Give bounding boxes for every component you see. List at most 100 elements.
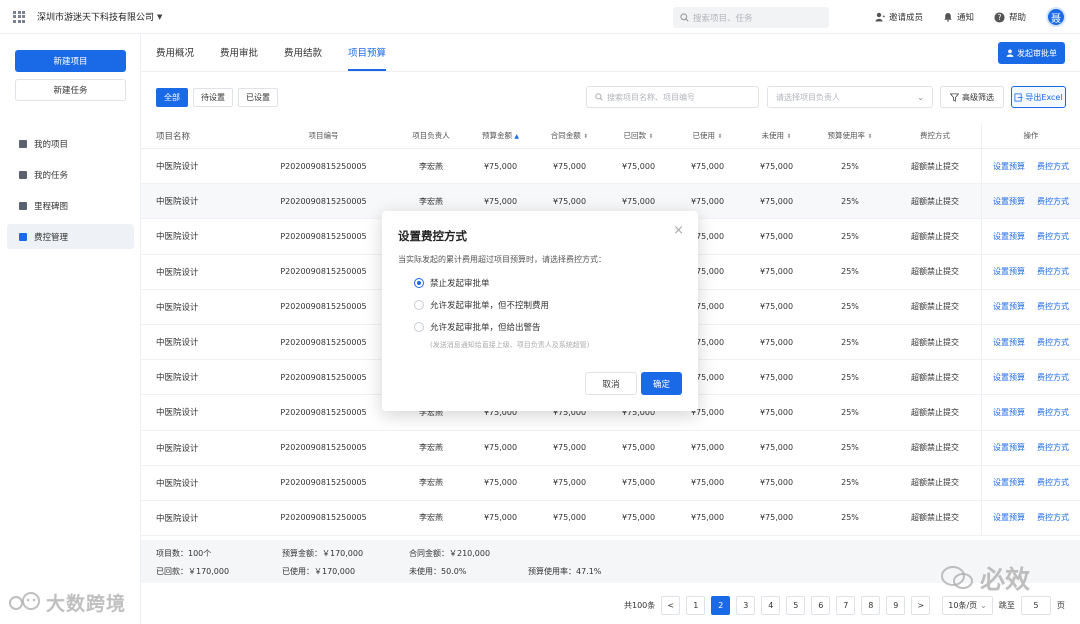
- col-header-contract[interactable]: 合同金额 ⬍: [535, 130, 604, 141]
- table-header: 项目名称 项目编号 项目负责人 预算金额 ▲ 合同金额 ⬍ 已回款 ⬍ 已使用 …: [141, 123, 1080, 149]
- option-label: 允许发起审批单，但不控制费用: [430, 301, 550, 311]
- pager-page-button[interactable]: 4: [761, 595, 781, 615]
- app-grid-icon[interactable]: [13, 10, 25, 23]
- filter-all-button[interactable]: 全部: [156, 88, 188, 107]
- pager-page-button[interactable]: 5: [786, 595, 806, 615]
- cost-control-link[interactable]: 费控方式: [1037, 512, 1069, 523]
- cost-control-link[interactable]: 费控方式: [1037, 337, 1069, 348]
- cost-control-link[interactable]: 费控方式: [1037, 372, 1069, 383]
- confirm-button[interactable]: 确定: [641, 372, 682, 395]
- sidebar-item-milestones[interactable]: 里程碑图: [7, 193, 134, 218]
- pager-prev-button[interactable]: <: [661, 595, 681, 615]
- tab-cost-overview[interactable]: 费用概况: [156, 33, 194, 71]
- set-budget-link[interactable]: 设置预算: [993, 372, 1025, 383]
- invite-members-button[interactable]: 邀请成员: [875, 11, 923, 23]
- option-label: 允许发起审批单，但给出警告: [430, 323, 541, 333]
- new-task-button[interactable]: 新建任务: [15, 79, 126, 101]
- tab-cost-settlement[interactable]: 费用结款: [284, 33, 322, 71]
- cost-control-link[interactable]: 费控方式: [1037, 407, 1069, 418]
- set-budget-link[interactable]: 设置预算: [993, 512, 1025, 523]
- sort-icon: ⬍: [867, 133, 873, 140]
- pager-page-button[interactable]: 8: [861, 595, 881, 615]
- goto-page-input[interactable]: 5: [1020, 595, 1051, 615]
- cancel-button[interactable]: 取消: [585, 372, 637, 395]
- cost-control-link[interactable]: 费控方式: [1037, 196, 1069, 207]
- col-header-rate[interactable]: 预算使用率 ⬍: [811, 130, 889, 141]
- cost-control-link[interactable]: 费控方式: [1037, 477, 1069, 488]
- col-header-code: 项目编号: [308, 131, 339, 140]
- set-budget-link[interactable]: 设置预算: [993, 266, 1025, 277]
- table-row: 中医院设计 P2020090815250005 李宏燕 ¥75,000 ¥75,000 ¥…: [141, 430, 1080, 466]
- launch-approval-button[interactable]: 发起审批单: [998, 42, 1065, 64]
- sidebar-item-my-tasks[interactable]: 我的任务: [7, 162, 134, 187]
- pager-next-button[interactable]: >: [911, 595, 931, 615]
- cost-control-link[interactable]: 费控方式: [1037, 266, 1069, 277]
- watermark-right: 必效: [940, 560, 1030, 596]
- export-excel-button[interactable]: 导出Excel: [1011, 86, 1066, 108]
- option-label: 禁止发起审批单: [430, 279, 490, 289]
- col-header-used[interactable]: 已使用 ⬍: [673, 130, 742, 141]
- cost-control-link[interactable]: 费控方式: [1037, 442, 1069, 453]
- pager-page-button[interactable]: 1: [686, 595, 706, 615]
- set-budget-link[interactable]: 设置预算: [993, 337, 1025, 348]
- advanced-filter-label: 高级筛选: [962, 92, 994, 102]
- milestone-icon: [19, 201, 27, 210]
- col-header-received[interactable]: 已回款 ⬍: [604, 130, 673, 141]
- tab-cost-approval[interactable]: 费用审批: [220, 33, 258, 71]
- notification-button[interactable]: 通知: [943, 11, 974, 23]
- pager-page-button[interactable]: 6: [811, 595, 831, 615]
- summary-used: 已使用：￥170,000: [282, 567, 356, 576]
- col-header-contract-label: 合同金额: [550, 131, 581, 140]
- option-allow-no-control[interactable]: 允许发起审批单，但不控制费用: [414, 299, 549, 311]
- radio-icon: [414, 300, 424, 310]
- search-icon: [595, 93, 603, 101]
- cell-name: 中医院设计: [156, 338, 199, 349]
- option-allow-warn[interactable]: 允许发起审批单，但给出警告: [414, 321, 541, 333]
- cell-name: 中医院设计: [156, 267, 199, 278]
- sidebar-item-my-projects[interactable]: 我的项目: [7, 131, 134, 156]
- cost-control-link[interactable]: 费控方式: [1037, 231, 1069, 242]
- cell-budget: ¥75,000: [483, 513, 518, 523]
- page-size-select[interactable]: 10条/页 ⌄: [942, 595, 993, 615]
- company-switcher[interactable]: 深圳市游迷天下科技有限公司 ▼: [37, 10, 162, 24]
- cell-mode: 超额禁止提交: [911, 407, 959, 417]
- user-avatar[interactable]: 聂: [1046, 7, 1066, 27]
- set-budget-link[interactable]: 设置预算: [993, 301, 1025, 312]
- set-budget-link[interactable]: 设置预算: [993, 196, 1025, 207]
- help-button[interactable]: ? 帮助: [994, 11, 1026, 23]
- tab-project-budget[interactable]: 项目预算: [348, 33, 387, 71]
- cell-owner: 李宏燕: [419, 513, 443, 523]
- cell-code: P2020090815250005: [280, 302, 367, 312]
- pager-page-button[interactable]: 7: [836, 595, 856, 615]
- sidebar-item-cost-control[interactable]: 费控管理: [7, 224, 134, 249]
- set-budget-link[interactable]: 设置预算: [993, 407, 1025, 418]
- filter-done-button[interactable]: 已设置: [238, 88, 278, 107]
- owner-select[interactable]: 请选择项目负责人 ⌄: [767, 86, 933, 108]
- export-icon: [1014, 92, 1023, 102]
- search-icon: [680, 13, 689, 22]
- advanced-filter-button[interactable]: 高级筛选: [940, 86, 1004, 108]
- radio-icon: [414, 322, 424, 332]
- col-header-used-label: 已使用: [692, 131, 716, 140]
- col-header-unused[interactable]: 未使用 ⬍: [742, 130, 811, 141]
- pager-page-button[interactable]: 3: [736, 595, 756, 615]
- pager-page-button[interactable]: 9: [886, 595, 906, 615]
- pager-page-button[interactable]: 2: [711, 595, 731, 615]
- filter-pending-button[interactable]: 待设置: [193, 88, 233, 107]
- sort-asc-icon: ▲: [514, 133, 519, 140]
- summary-rate: 预算使用率：47.1%: [528, 567, 602, 576]
- global-search-input[interactable]: 搜索项目、任务: [673, 7, 829, 28]
- close-icon[interactable]: ×: [673, 223, 684, 238]
- cost-control-link[interactable]: 费控方式: [1037, 301, 1069, 312]
- cell-name: 中医院设计: [156, 513, 199, 524]
- set-budget-link[interactable]: 设置预算: [993, 477, 1025, 488]
- project-search-input[interactable]: 搜索项目名称、项目编号: [586, 86, 759, 108]
- cost-control-link[interactable]: 费控方式: [1037, 161, 1069, 172]
- new-project-button[interactable]: 新建项目: [15, 50, 126, 72]
- set-budget-link[interactable]: 设置预算: [993, 231, 1025, 242]
- option-forbid[interactable]: 禁止发起审批单: [414, 277, 490, 289]
- col-header-budget[interactable]: 预算金额 ▲: [466, 130, 535, 141]
- set-budget-link[interactable]: 设置预算: [993, 442, 1025, 453]
- cell-code: P2020090815250005: [280, 478, 367, 488]
- set-budget-link[interactable]: 设置预算: [993, 161, 1025, 172]
